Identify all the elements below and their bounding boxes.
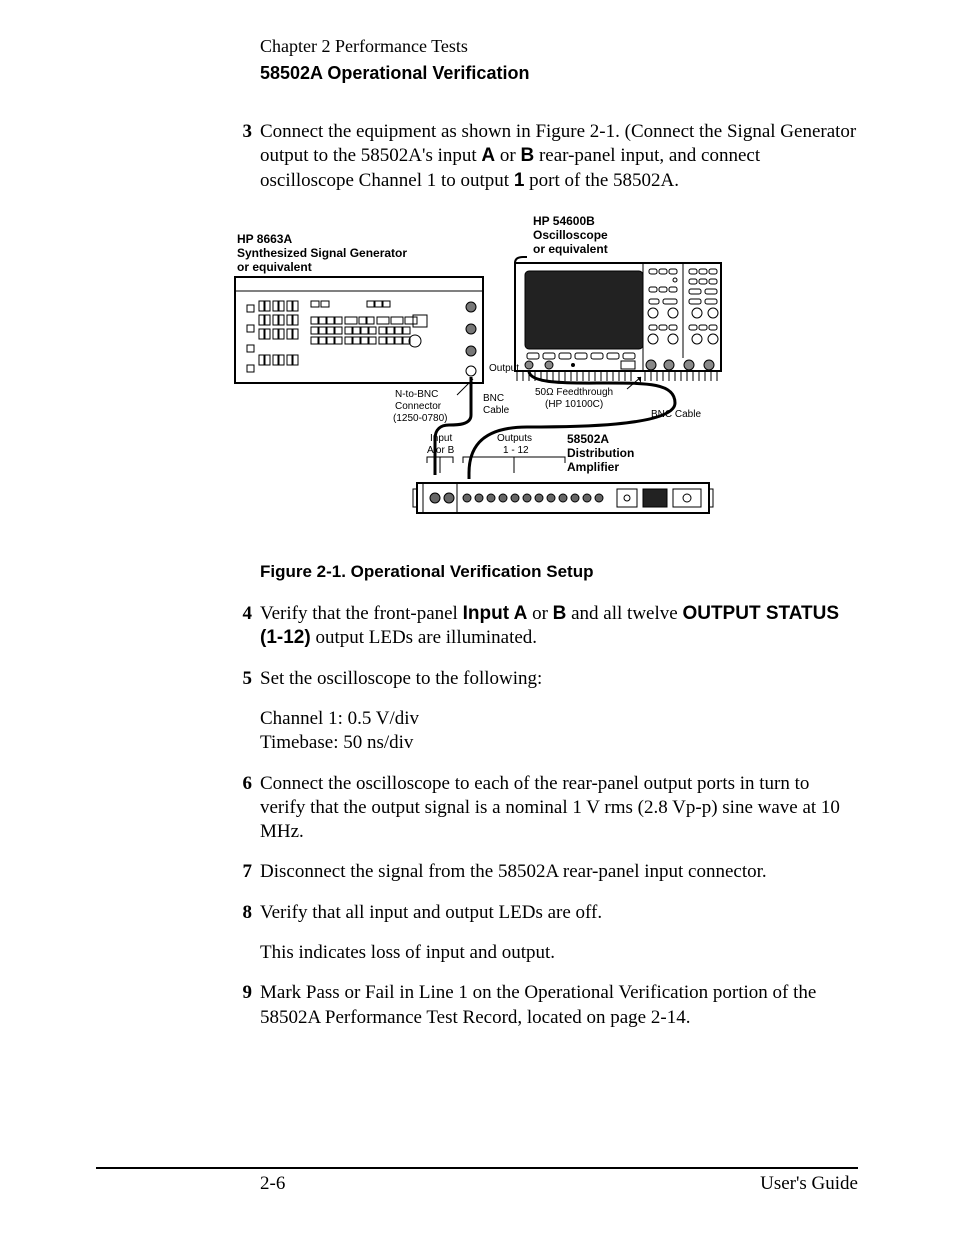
step-8: 8 Verify that all input and output LEDs … [96,901,858,925]
guide-label: User's Guide [760,1173,858,1195]
channel-1-bnc-icon [525,361,533,369]
bold-1: 1 [514,170,525,191]
text: Verify that the front-panel [260,603,463,624]
knob-icon [466,346,476,356]
scope-feet [517,371,717,381]
ntobnc-1: N-to-BNC [395,389,438,400]
step-5: 5 Set the oscilloscope to the following: [96,667,858,691]
step-number: 7 [224,860,260,884]
step-6: 6 Connect the oscilloscope to each of th… [96,772,858,845]
siggen-title-2: Synthesized Signal Generator [237,246,407,260]
step-text: Connect the oscilloscope to each of the … [260,772,858,845]
step-number: 3 [224,120,260,193]
bold-b: B [553,603,567,624]
knob-icon [466,302,476,312]
page-number: 2-6 [260,1173,285,1195]
siggen-title-1: HP 8663A [237,232,292,246]
knob-icon [466,324,476,334]
outputs-label-2: 1 - 12 [503,445,529,456]
siggen-title-3: or equivalent [237,260,312,274]
step-number: 4 [224,602,260,651]
scope-title-1: HP 54600B [533,214,595,228]
scope-btn-icon [621,361,635,369]
ntobnc-2: Connector [395,401,442,412]
page: Chapter 2 Performance Tests 58502A Opera… [0,0,954,1235]
settings-line-2: Timebase: 50 ns/div [260,731,858,755]
step-number: 8 [224,901,260,925]
amp-title-1: 58502A [567,432,609,446]
siggen-top [235,277,483,291]
bnc-cable-label: BNC Cable [651,409,701,420]
text: output LEDs are illuminated. [311,627,537,648]
knob-icon [684,360,694,370]
text: or [527,603,552,624]
input-label-1: Input [430,433,452,444]
text: and all twelve [566,603,682,624]
feed-1: 50Ω Feedthrough [535,387,613,398]
input-label-2: A or B [427,445,455,456]
step-text: Set the oscilloscope to the following: [260,667,858,691]
step-4: 4 Verify that the front-panel Input A or… [96,602,858,651]
figure-svg: HP 8663A Synthesized Signal Generator or… [227,213,727,537]
page-footer: 2-6 User's Guide [96,1167,858,1195]
amp-power-icon [643,489,667,507]
bold-b: B [520,145,534,166]
page-body: 3 Connect the equipment as shown in Figu… [96,120,858,1167]
siggen-panel-detail [247,301,427,372]
dot-icon [571,363,575,367]
step-3: 3 Connect the equipment as shown in Figu… [96,120,858,193]
input-a-connector-icon [430,493,440,503]
scope-screen-icon [525,271,643,349]
bold-a: A [481,145,495,166]
page-header: Chapter 2 Performance Tests 58502A Opera… [260,36,858,84]
chapter-line: Chapter 2 Performance Tests [260,36,858,57]
knob-icon [646,360,656,370]
figure-2-1: HP 8663A Synthesized Signal Generator or… [96,213,858,542]
step-text: Verify that all input and output LEDs ar… [260,901,858,925]
output-label: Output [489,363,519,374]
amp-outputs [463,494,603,502]
amp-module-hole [624,495,630,501]
input-b-connector-icon [444,493,454,503]
step-text: Mark Pass or Fail in Line 1 on the Opera… [260,981,858,1030]
step-text: Verify that the front-panel Input A or B… [260,602,858,651]
outputs-label-1: Outputs [497,433,532,444]
step-number: 9 [224,981,260,1030]
note-line: This indicates loss of input and output. [260,941,858,965]
ac-inlet-icon [683,494,691,502]
step-8-note: This indicates loss of input and output. [260,941,858,965]
step-text: Connect the equipment as shown in Figure… [260,120,858,193]
bnc-1: BNC [483,393,504,404]
amp-title-2: Distribution [567,446,634,460]
step-number: 6 [224,772,260,845]
step-text: Disconnect the signal from the 58502A re… [260,860,858,884]
step-number: 5 [224,667,260,691]
settings-line-1: Channel 1: 0.5 V/div [260,707,858,731]
scope-title-2: Oscilloscope [533,228,608,242]
figure-caption: Figure 2-1. Operational Verification Set… [260,562,858,582]
step-9: 9 Mark Pass or Fail in Line 1 on the Ope… [96,981,858,1030]
scope-title-3: or equivalent [533,242,608,256]
text: or [495,145,520,166]
ntobnc-3: (1250-0780) [393,413,447,424]
output-connector-icon [466,366,476,376]
siggen-box [235,277,483,383]
section-line: 58502A Operational Verification [260,63,858,84]
step-7: 7 Disconnect the signal from the 58502A … [96,860,858,884]
knob-icon [664,360,674,370]
amp-title-3: Amplifier [567,460,619,474]
feed-2: (HP 10100C) [545,399,603,410]
channel-2-bnc-icon [545,361,553,369]
step-5-settings: Channel 1: 0.5 V/div Timebase: 50 ns/div [260,707,858,756]
scope-softkeys [527,353,635,359]
amp-ac-icon [673,489,701,507]
bnc-2: Cable [483,405,510,416]
knob-icon [704,360,714,370]
amp-module-icon [617,489,637,507]
bold-input-a: Input A [463,603,528,624]
text: port of the 58502A. [524,170,679,191]
